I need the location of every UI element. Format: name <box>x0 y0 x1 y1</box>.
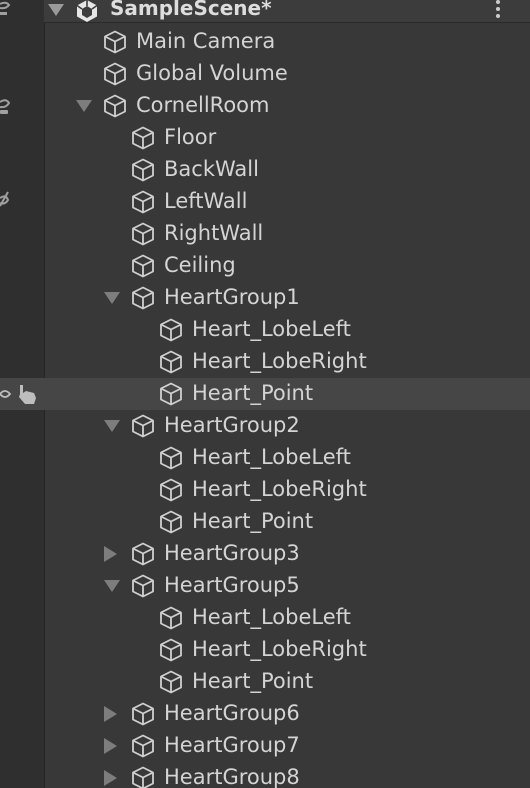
hierarchy-item-label: Ceiling <box>164 253 236 277</box>
hierarchy-item-label: HeartGroup7 <box>164 733 300 757</box>
hierarchy-item[interactable]: Heart_LobeLeft <box>0 314 530 346</box>
hierarchy-item[interactable]: Heart_Point <box>0 506 530 538</box>
chevron-down-icon[interactable] <box>104 420 120 432</box>
hierarchy-item-label: RightWall <box>164 221 264 245</box>
gameobject-cube-icon <box>160 350 182 374</box>
hierarchy-item[interactable]: Ceiling <box>0 250 530 282</box>
chevron-down-icon[interactable] <box>48 4 64 16</box>
pointer-hand-icon <box>19 385 36 404</box>
gameobject-cube-icon <box>160 510 182 534</box>
gameobject-cube-icon <box>160 478 182 502</box>
hierarchy-item[interactable]: Heart_Point <box>0 378 530 410</box>
visibility-eye-icon[interactable] <box>0 381 44 407</box>
gameobject-cube-icon <box>132 542 154 566</box>
hierarchy-item[interactable]: Heart_LobeLeft <box>0 442 530 474</box>
hierarchy-item-label: Heart_LobeRight <box>192 477 367 501</box>
gameobject-cube-icon <box>132 222 154 246</box>
hierarchy-item-label: HeartGroup5 <box>164 573 300 597</box>
gameobject-cube-icon <box>132 126 154 150</box>
hierarchy-item-label: Heart_LobeLeft <box>192 445 351 469</box>
hierarchy-item[interactable]: Heart_Point <box>0 666 530 698</box>
hierarchy-item-label: HeartGroup6 <box>164 701 300 725</box>
hierarchy-item[interactable]: Heart_LobeRight <box>0 634 530 666</box>
hierarchy-item[interactable]: Heart_LobeRight <box>0 474 530 506</box>
hierarchy-item[interactable]: Heart_LobeRight <box>0 346 530 378</box>
gameobject-cube-icon <box>160 670 182 694</box>
hierarchy-item[interactable]: HeartGroup5 <box>0 570 530 602</box>
scene-header-row[interactable]: SampleScene* <box>44 0 530 23</box>
hierarchy-item-label: BackWall <box>164 157 259 181</box>
gameobject-cube-icon <box>160 382 182 406</box>
gameobject-cube-icon <box>160 446 182 470</box>
scene-title[interactable]: SampleScene* <box>110 0 272 20</box>
hierarchy-item[interactable]: CornellRoom <box>0 90 530 122</box>
chevron-right-icon[interactable] <box>104 738 117 754</box>
gameobject-cube-icon <box>132 158 154 182</box>
hierarchy-item[interactable]: HeartGroup1 <box>0 282 530 314</box>
hierarchy-item-label: LeftWall <box>164 189 248 213</box>
hierarchy-item[interactable]: LeftWall <box>0 186 530 218</box>
gameobject-cube-icon <box>132 254 154 278</box>
hierarchy-item[interactable]: HeartGroup3 <box>0 538 530 570</box>
hierarchy-item-label: HeartGroup1 <box>164 285 300 309</box>
chevron-down-icon[interactable] <box>76 100 92 112</box>
scene-visibility-icon[interactable] <box>0 0 18 22</box>
gameobject-cube-icon <box>160 606 182 630</box>
chevron-right-icon[interactable] <box>104 706 117 722</box>
hierarchy-item[interactable]: HeartGroup8 <box>0 762 530 788</box>
gameobject-cube-icon <box>104 94 126 118</box>
hierarchy-item-label: Heart_LobeLeft <box>192 605 351 629</box>
hierarchy-item-label: CornellRoom <box>136 93 270 117</box>
gameobject-cube-icon <box>132 766 154 788</box>
hierarchy-item-label: Global Volume <box>136 61 288 85</box>
gameobject-cube-icon <box>132 190 154 214</box>
gameobject-cube-icon <box>132 574 154 598</box>
gameobject-cube-icon <box>160 318 182 342</box>
gameobject-cube-icon <box>132 414 154 438</box>
hierarchy-item-label: Main Camera <box>136 29 276 53</box>
hierarchy-item-label: Heart_Point <box>192 509 314 533</box>
hierarchy-item-label: Heart_Point <box>192 669 314 693</box>
hierarchy-item-label: Heart_LobeRight <box>192 637 367 661</box>
chevron-right-icon[interactable] <box>104 770 117 786</box>
hierarchy-item-label: Floor <box>164 125 217 149</box>
hierarchy-item[interactable]: Global Volume <box>0 58 530 90</box>
gameobject-cube-icon <box>132 702 154 726</box>
chevron-right-icon[interactable] <box>104 546 117 562</box>
hierarchy-item-label: HeartGroup8 <box>164 765 300 788</box>
hierarchy-item[interactable]: Floor <box>0 122 530 154</box>
chevron-down-icon[interactable] <box>104 580 120 592</box>
hierarchy-item[interactable]: BackWall <box>0 154 530 186</box>
hierarchy-item[interactable]: RightWall <box>0 218 530 250</box>
gameobject-cube-icon <box>104 30 126 54</box>
hierarchy-item[interactable]: HeartGroup6 <box>0 698 530 730</box>
hierarchy-item[interactable]: Main Camera <box>0 26 530 58</box>
hierarchy-item-label: Heart_LobeLeft <box>192 317 351 341</box>
gameobject-cube-icon <box>104 62 126 86</box>
hierarchy-item-label: Heart_Point <box>192 381 314 405</box>
hierarchy-item[interactable]: Heart_LobeLeft <box>0 602 530 634</box>
hierarchy-window: SampleScene* Main Camera Global Volume Cor… <box>0 0 530 788</box>
gameobject-cube-icon <box>160 638 182 662</box>
hierarchy-item-label: HeartGroup2 <box>164 413 300 437</box>
gameobject-cube-icon <box>132 286 154 310</box>
chevron-down-icon[interactable] <box>104 292 120 304</box>
hierarchy-item-label: Heart_LobeRight <box>192 349 367 373</box>
kebab-menu-icon[interactable] <box>490 0 506 22</box>
unity-logo-icon <box>76 0 98 22</box>
hierarchy-item[interactable]: HeartGroup2 <box>0 410 530 442</box>
hierarchy-item[interactable]: HeartGroup7 <box>0 730 530 762</box>
hierarchy-tree: Main Camera Global Volume CornellRoom Floor… <box>0 26 530 788</box>
gameobject-cube-icon <box>132 734 154 758</box>
hierarchy-item-label: HeartGroup3 <box>164 541 300 565</box>
